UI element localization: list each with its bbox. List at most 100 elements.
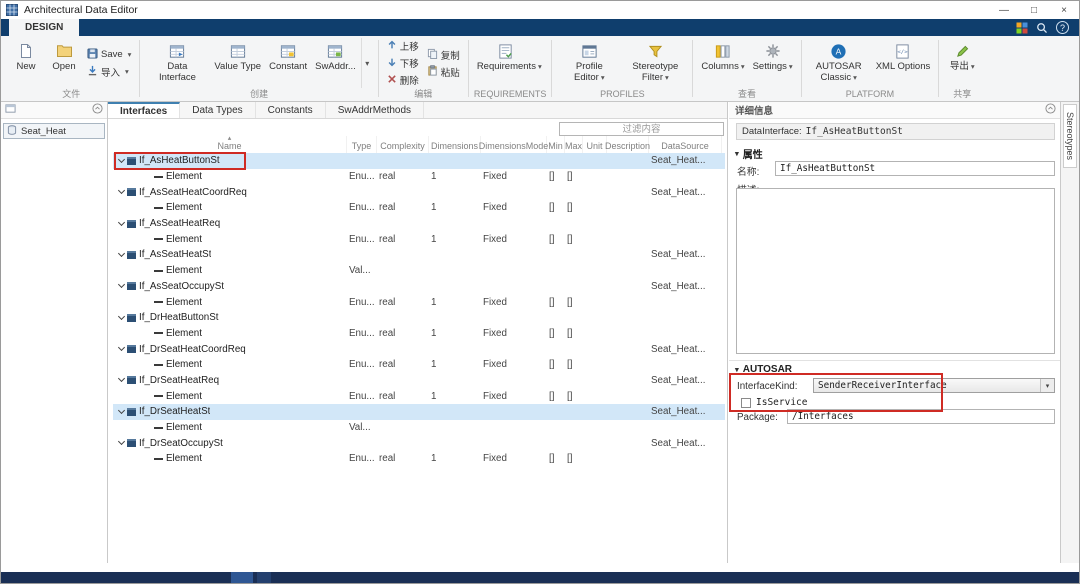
row-type-icon: [127, 439, 136, 447]
stereotype-filter-button[interactable]: Stereotype Filter▾: [623, 38, 687, 88]
interface-row[interactable]: If_DrSeatHeatReq Seat_Heat...: [113, 373, 725, 389]
help-icon[interactable]: ?: [1056, 21, 1069, 34]
save-button[interactable]: Save ▾: [84, 47, 134, 62]
value-type-button[interactable]: Value Type: [211, 38, 264, 88]
interface-kind-dropdown[interactable]: SenderReceiverInterface ▾: [813, 378, 1055, 393]
chevron-down-icon[interactable]: [118, 438, 125, 445]
columns-label: Columns▾: [701, 61, 744, 72]
element-row[interactable]: Element Enu... real 1 Fixed [] []: [113, 294, 725, 310]
interface-row[interactable]: If_DrSeatOccupySt Seat_Heat...: [113, 435, 725, 451]
details-title: 详细信息: [735, 103, 773, 117]
column-header-unit[interactable]: Unit: [583, 136, 607, 153]
constant-label: Constant: [269, 61, 307, 72]
interface-row[interactable]: If_DrSeatHeatSt Seat_Heat...: [113, 404, 725, 420]
chevron-down-icon[interactable]: [118, 344, 125, 351]
chevron-down-icon[interactable]: [118, 187, 125, 194]
taskbar-item[interactable]: [257, 572, 271, 583]
interface-row[interactable]: If_AsSeatHeatCoordReq Seat_Heat...: [113, 184, 725, 200]
element-row[interactable]: Element Enu... real 1 Fixed [] []: [113, 231, 725, 247]
swaddr-button[interactable]: SwAddr...: [312, 38, 359, 88]
is-service-checkbox[interactable]: [741, 398, 751, 408]
element-row[interactable]: Element Enu... real 1 Fixed [] []: [113, 357, 725, 373]
column-header-dimensions[interactable]: Dimensions: [429, 136, 481, 153]
interface-row[interactable]: If_DrSeatHeatCoordReq Seat_Heat...: [113, 341, 725, 357]
model-browser-header: [1, 102, 107, 119]
chevron-down-icon[interactable]: [118, 375, 125, 382]
paste-button[interactable]: 粘贴: [424, 64, 463, 79]
element-row[interactable]: Element Enu... real 1 Fixed [] []: [113, 388, 725, 404]
close-button[interactable]: ×: [1049, 1, 1079, 19]
data-interface-button[interactable]: Data Interface: [145, 38, 209, 88]
chevron-down-icon[interactable]: [118, 156, 125, 163]
column-header-min[interactable]: Min: [547, 136, 565, 153]
tab-interfaces[interactable]: Interfaces: [108, 102, 180, 118]
chevron-down-icon[interactable]: [118, 313, 125, 320]
taskbar-active-app[interactable]: [231, 572, 253, 583]
create-gallery-dropdown[interactable]: ▾: [361, 38, 373, 88]
interface-row[interactable]: If_AsSeatHeatSt Seat_Heat...: [113, 247, 725, 263]
autosar-section-header[interactable]: ▾ AUTOSAR: [735, 364, 792, 375]
stereotypes-tab[interactable]: Stereotypes: [1063, 104, 1077, 168]
element-row[interactable]: Element Enu... real 1 Fixed [] []: [113, 326, 725, 342]
column-header-description[interactable]: Description: [607, 136, 649, 153]
column-header-dimensionsmode[interactable]: DimensionsMode: [481, 136, 547, 153]
tab-data-types[interactable]: Data Types: [180, 102, 255, 118]
columns-button[interactable]: Columns▾: [698, 38, 747, 88]
row-type-icon: [127, 314, 136, 322]
tab-design[interactable]: DESIGN: [9, 19, 79, 36]
column-header-datasource[interactable]: DataSource: [649, 136, 722, 153]
element-row[interactable]: Element Val...: [113, 420, 725, 436]
interface-row[interactable]: If_AsSeatOccupySt Seat_Heat...: [113, 279, 725, 295]
tab-swaddrmethods[interactable]: SwAddrMethods: [326, 102, 424, 118]
cell-type: Enu...: [347, 359, 377, 370]
maximize-button[interactable]: □: [1019, 1, 1049, 19]
search-icon[interactable]: [1036, 22, 1048, 34]
import-button[interactable]: 导入 ▾: [84, 64, 134, 79]
element-row[interactable]: Element Val...: [113, 263, 725, 279]
chevron-down-icon[interactable]: [118, 407, 125, 414]
name-field[interactable]: [775, 161, 1055, 176]
move-up-button[interactable]: 上移: [384, 39, 422, 54]
row-name-label: If_AsSeatHeatSt: [139, 249, 211, 260]
quick-access-icon[interactable]: [1016, 22, 1028, 34]
tab-constants[interactable]: Constants: [256, 102, 326, 118]
requirements-button[interactable]: Requirements▾: [474, 38, 538, 88]
column-header-type[interactable]: Type: [347, 136, 377, 153]
open-button[interactable]: Open: [46, 38, 82, 88]
import-caret-icon: ▾: [125, 67, 129, 76]
minimize-button[interactable]: —: [989, 1, 1019, 19]
package-field[interactable]: [787, 409, 1055, 424]
filter-input[interactable]: [559, 122, 724, 136]
taskbar[interactable]: [1, 572, 1079, 583]
interface-row[interactable]: If_DrHeatButtonSt: [113, 310, 725, 326]
interface-row[interactable]: If_AsSeatHeatReq: [113, 216, 725, 232]
element-row[interactable]: Element Enu... real 1 Fixed [] []: [113, 451, 725, 467]
chevron-down-icon[interactable]: [118, 281, 125, 288]
cell-max: []: [565, 297, 583, 308]
tree-item-seat-heat[interactable]: Seat_Heat: [3, 123, 105, 139]
element-row[interactable]: Element Enu... real 1 Fixed [] []: [113, 169, 725, 185]
requirements-icon: [497, 41, 514, 61]
description-field[interactable]: [736, 188, 1055, 354]
constant-button[interactable]: Constant: [266, 38, 310, 88]
architectural-data-editor-window: Architectural Data Editor — □ × DESIGN ?…: [0, 0, 1080, 584]
settings-button[interactable]: Settings▾: [750, 38, 796, 88]
autosar-classic-button[interactable]: A AUTOSAR Classic▾: [807, 38, 871, 88]
interface-row[interactable]: If_AsHeatButtonSt Seat_Heat...: [113, 153, 725, 169]
sidebar-collapse-icon[interactable]: [92, 101, 103, 119]
move-down-button[interactable]: 下移: [384, 56, 422, 71]
properties-section-header[interactable]: ▾ 属性: [735, 146, 763, 161]
column-header-max[interactable]: Max: [565, 136, 583, 153]
profile-editor-button[interactable]: Profile Editor▾: [557, 38, 621, 88]
chevron-down-icon[interactable]: [118, 219, 125, 226]
element-row[interactable]: Element Enu... real 1 Fixed [] []: [113, 200, 725, 216]
details-collapse-icon[interactable]: [1045, 103, 1056, 117]
export-button[interactable]: 导出▾: [944, 38, 980, 88]
column-header-name[interactable]: ▴Name: [113, 136, 347, 153]
chevron-down-icon[interactable]: [118, 250, 125, 257]
xml-options-button[interactable]: </> XML Options: [873, 38, 934, 88]
new-button[interactable]: New: [8, 38, 44, 88]
delete-button[interactable]: 删除: [384, 73, 422, 88]
copy-button[interactable]: 复制: [424, 47, 463, 62]
column-header-complexity[interactable]: Complexity: [377, 136, 429, 153]
